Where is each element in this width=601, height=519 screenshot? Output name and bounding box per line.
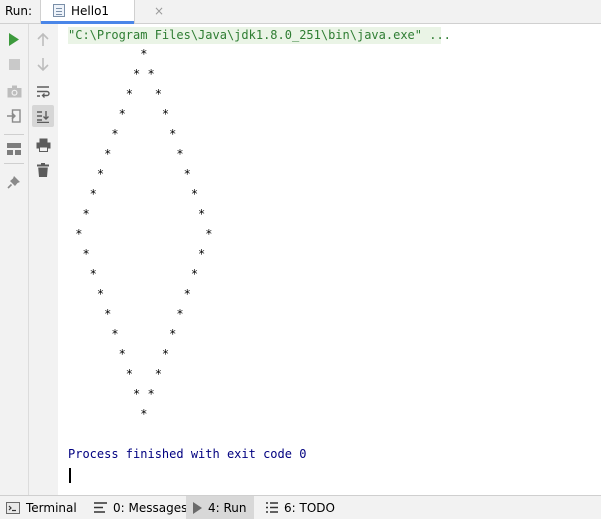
stop-button[interactable] — [3, 53, 25, 75]
output-line: * * — [68, 347, 170, 361]
toolbar-separator — [4, 134, 24, 135]
trash-icon — [37, 163, 49, 177]
messages-tab[interactable]: 0: Messages — [88, 496, 193, 519]
scroll-to-end-icon — [37, 110, 49, 123]
run-tool-window-header: Run: Hello1 × — [0, 0, 601, 24]
pin-icon — [7, 176, 20, 189]
pin-tab-button[interactable] — [3, 171, 25, 193]
output-line: * * — [68, 127, 177, 141]
output-line: * * — [68, 287, 191, 301]
printer-icon — [36, 138, 50, 152]
previous-occurrence-button[interactable] — [32, 28, 54, 50]
play-icon — [9, 32, 19, 46]
terminal-tab-label: Terminal — [26, 500, 77, 515]
layout-icon — [7, 143, 21, 155]
terminal-tab[interactable]: Terminal — [0, 496, 83, 519]
output-line: * * — [68, 307, 184, 321]
output-line: * * — [68, 387, 155, 401]
toolbar-separator — [4, 163, 24, 164]
todo-tab[interactable]: 6: TODO — [260, 496, 341, 519]
console-actions-toolbar — [29, 24, 58, 495]
next-occurrence-button[interactable] — [32, 53, 54, 75]
camera-icon — [7, 85, 21, 97]
arrow-down-icon — [37, 57, 49, 71]
soft-wrap-button[interactable] — [32, 80, 54, 102]
output-line: * * — [68, 267, 199, 281]
output-line: * * — [68, 367, 162, 381]
tab-hello1[interactable]: Hello1 × — [40, 0, 164, 24]
soft-wrap-icon — [37, 85, 50, 98]
terminal-icon — [6, 501, 20, 514]
output-line: * * — [68, 107, 170, 121]
dump-threads-button[interactable] — [3, 80, 25, 102]
output-line: * * — [68, 167, 191, 181]
run-tab[interactable]: 4: Run — [186, 496, 254, 519]
todo-icon — [266, 502, 278, 513]
output-line: * * — [68, 327, 177, 341]
output-line: * * — [68, 227, 213, 241]
print-button[interactable] — [32, 134, 54, 156]
output-line: * — [68, 47, 148, 61]
tab-title: Hello1 — [71, 4, 110, 18]
messages-tab-label: 0: Messages — [113, 500, 188, 515]
stop-icon — [8, 58, 20, 70]
output-line: * * — [68, 247, 206, 261]
program-output: * * * * * * * * * * * * * * * * * * * * … — [68, 44, 213, 424]
exit-button[interactable] — [3, 105, 25, 127]
layout-button[interactable] — [3, 138, 25, 160]
command-line: "C:\Program Files\Java\jdk1.8.0_251\bin\… — [68, 27, 451, 44]
run-label: Run: — [5, 4, 33, 18]
scroll-to-end-button[interactable] — [32, 105, 54, 127]
rerun-button[interactable] — [3, 28, 25, 50]
clear-all-button[interactable] — [32, 159, 54, 181]
arrow-up-icon — [37, 32, 49, 46]
run-tab-label: 4: Run — [208, 500, 247, 515]
exit-icon — [7, 109, 21, 123]
todo-tab-label: 6: TODO — [284, 500, 335, 515]
console-file-icon — [53, 4, 65, 17]
output-line: * * — [68, 187, 199, 201]
run-actions-toolbar — [0, 24, 29, 495]
output-line: * — [68, 407, 148, 421]
output-line: * * — [68, 67, 155, 81]
tool-window-bar: Terminal 0: Messages 4: Run 6: TODO — [0, 495, 601, 519]
messages-icon — [94, 502, 107, 513]
run-icon — [193, 501, 202, 514]
close-tab-icon[interactable]: × — [154, 4, 164, 18]
console-output[interactable]: "C:\Program Files\Java\jdk1.8.0_251\bin\… — [58, 24, 601, 495]
process-finished-message: Process finished with exit code 0 — [68, 447, 307, 461]
output-line: * * — [68, 87, 162, 101]
output-line: * * — [68, 207, 206, 221]
output-line: * * — [68, 147, 184, 161]
text-cursor — [69, 468, 71, 483]
